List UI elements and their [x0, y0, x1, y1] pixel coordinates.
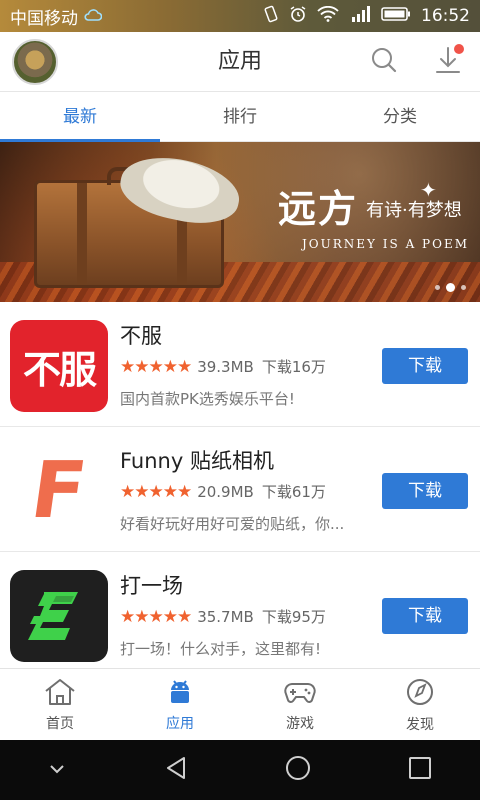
list-item[interactable]: 不服 不服 ★★★★★ 39.3MB 下载16万 国内首款PK选秀娱乐平台! 下… [0, 302, 480, 427]
nav-games-label: 游戏 [286, 715, 314, 732]
tab-newest[interactable]: 最新 [0, 92, 160, 142]
banner-title: 远方 [278, 186, 359, 231]
download-manager-button[interactable] [430, 44, 466, 80]
app-description: 好看好玩好用好可爱的贴纸，你... [120, 515, 345, 533]
app-icon-dayichang[interactable] [10, 570, 108, 662]
lightning-logo-icon [28, 592, 78, 640]
app-meta: ★★★★★ 39.3MB 下载16万 [120, 356, 326, 377]
rating-stars: ★★★★★ [120, 606, 192, 627]
app-store-screen: 中国移动 16:52 应用 最新 排行 分类 远方 有诗·有梦想 JOURNEY… [0, 0, 480, 800]
vibrate-icon [263, 5, 279, 28]
chevron-down-icon[interactable] [47, 761, 67, 780]
back-icon[interactable] [162, 754, 190, 786]
promo-banner[interactable]: 远方 有诗·有梦想 JOURNEY IS A POEM ✦ [0, 142, 480, 302]
banner-subtitle: 有诗·有梦想 [366, 200, 462, 221]
banner-english: JOURNEY IS A POEM [302, 237, 470, 251]
recents-icon[interactable] [407, 755, 433, 785]
download-button[interactable]: 下载 [382, 348, 468, 384]
app-list: 不服 不服 ★★★★★ 39.3MB 下载16万 国内首款PK选秀娱乐平台! 下… [0, 302, 480, 668]
download-button[interactable]: 下载 [382, 598, 468, 634]
maple-leaf-icon: ✦ [420, 178, 437, 202]
nav-discover-label: 发现 [406, 716, 434, 733]
app-meta: ★★★★★ 20.9MB 下载61万 [120, 481, 326, 502]
tab-categories[interactable]: 分类 [320, 92, 480, 141]
banner-caption: 远方 有诗·有梦想 JOURNEY IS A POEM [278, 178, 469, 251]
carousel-dot[interactable] [435, 285, 440, 290]
app-downloads: 下载61万 [261, 483, 326, 501]
page-title: 应用 [217, 49, 262, 74]
wifi-icon [317, 5, 339, 27]
carousel-dot[interactable] [461, 285, 466, 290]
nav-games[interactable]: 游戏 [240, 669, 360, 740]
app-icon-funny[interactable]: F [10, 445, 108, 537]
alarm-icon [289, 5, 307, 28]
signal-icon [349, 5, 371, 28]
carousel-dot-active[interactable] [446, 283, 455, 292]
rating-stars: ★★★★★ [120, 356, 192, 377]
bottom-navigation: 首页 应用 游戏 发现 [0, 668, 480, 740]
tab-ranking[interactable]: 排行 [160, 92, 320, 141]
app-size: 20.9MB [197, 482, 254, 501]
app-downloads: 下载16万 [261, 358, 326, 376]
nav-apps[interactable]: 应用 [120, 669, 240, 740]
app-name: Funny 贴纸相机 [120, 449, 274, 473]
carrier-group: 中国移动 [10, 4, 103, 29]
clock: 16:52 [421, 6, 470, 26]
suitcase-strap [77, 183, 87, 285]
download-button[interactable]: 下载 [382, 473, 468, 509]
carousel-indicators [435, 283, 466, 292]
nav-home[interactable]: 首页 [0, 669, 120, 740]
app-description: 国内首款PK选秀娱乐平台! [120, 390, 295, 408]
top-app-bar: 应用 [0, 32, 480, 92]
rating-stars: ★★★★★ [120, 481, 192, 502]
app-size: 39.3MB [197, 357, 254, 376]
notification-badge [454, 44, 464, 54]
app-downloads: 下载95万 [261, 608, 326, 626]
category-tabs: 最新 排行 分类 [0, 92, 480, 142]
compass-icon [404, 676, 436, 712]
nav-apps-label: 应用 [166, 715, 194, 732]
search-icon [370, 46, 398, 78]
app-icon-text: F [26, 446, 92, 536]
nav-home-label: 首页 [46, 715, 74, 732]
search-button[interactable] [366, 44, 402, 80]
home-icon [43, 677, 77, 711]
avatar[interactable] [12, 39, 58, 85]
android-icon [165, 677, 195, 711]
app-icon-text: 不服 [22, 347, 97, 392]
list-item[interactable]: F Funny 贴纸相机 ★★★★★ 20.9MB 下载61万 好看好玩好用好可… [0, 427, 480, 552]
app-size: 35.7MB [197, 607, 254, 626]
nav-discover[interactable]: 发现 [360, 669, 480, 740]
app-meta: ★★★★★ 35.7MB 下载95万 [120, 606, 326, 627]
app-description: 打一场！什么对手，这里都有! [120, 640, 322, 658]
cloud-icon [84, 6, 103, 26]
battery-icon [381, 6, 411, 27]
app-icon-bufu[interactable]: 不服 [10, 320, 108, 412]
gamepad-icon [283, 677, 317, 711]
list-item[interactable]: 打一场 ★★★★★ 35.7MB 下载95万 打一场！什么对手，这里都有! 下载 [0, 552, 480, 677]
app-name: 不服 [120, 324, 162, 348]
carrier-label: 中国移动 [10, 8, 78, 29]
app-name: 打一场 [120, 574, 183, 598]
status-icons: 16:52 [263, 5, 470, 28]
status-bar: 中国移动 16:52 [0, 0, 480, 32]
system-navigation-bar [0, 740, 480, 800]
home-circle-icon[interactable] [284, 754, 312, 786]
